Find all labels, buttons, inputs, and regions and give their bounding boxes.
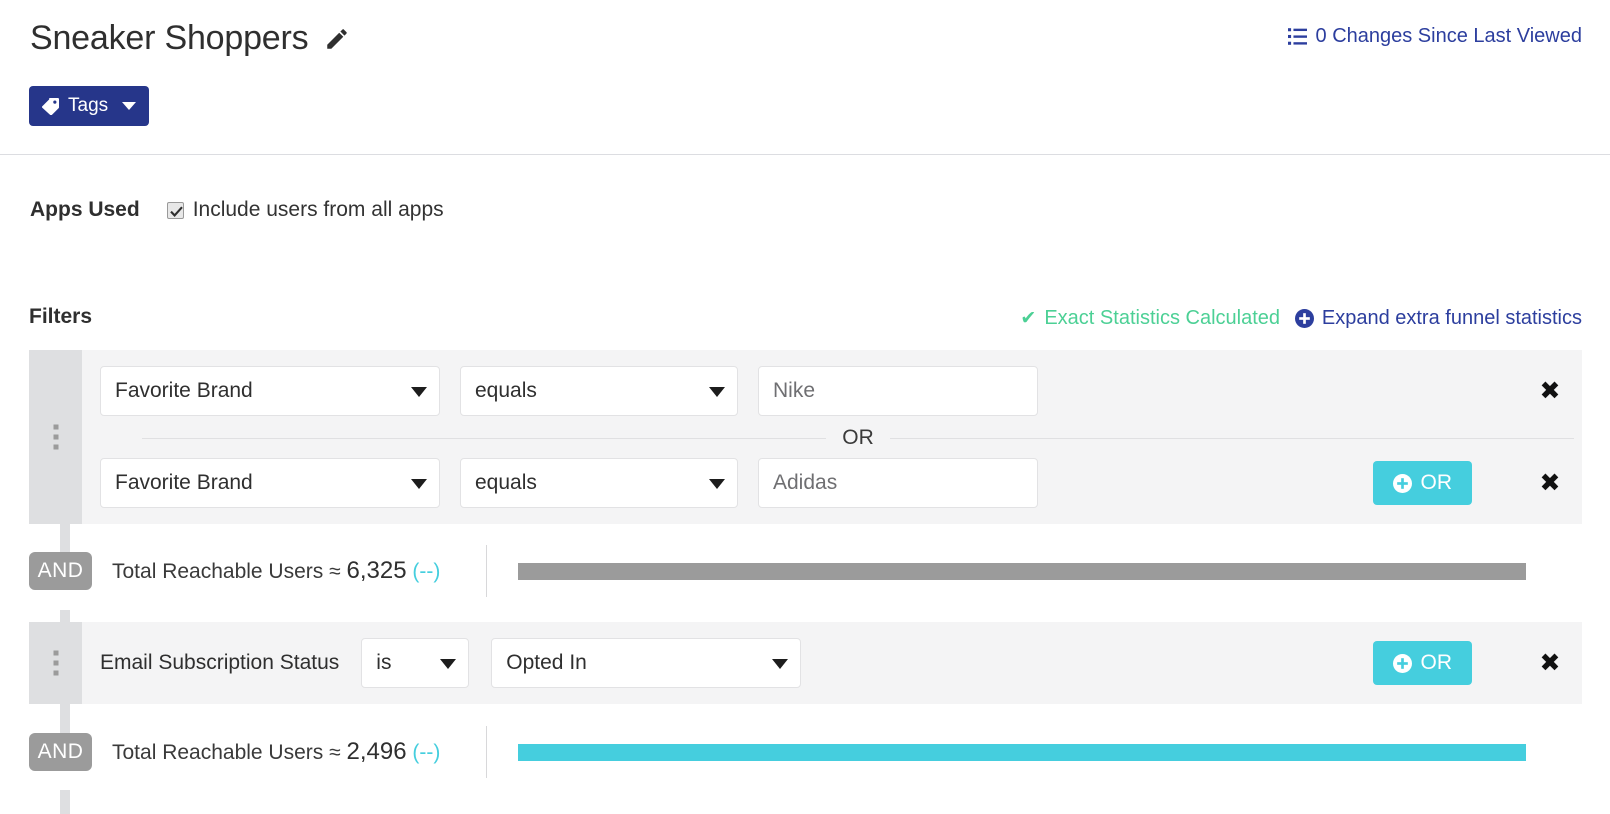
reachable-users-bar-track xyxy=(518,563,1526,580)
reachable-users-delta: (--) xyxy=(412,741,441,764)
check-icon: ✔ xyxy=(1020,308,1037,329)
tag-icon xyxy=(42,97,59,115)
operator-select[interactable]: equals xyxy=(460,366,738,416)
changes-link-label: 0 Changes Since Last Viewed xyxy=(1315,25,1582,47)
remove-filter-button[interactable]: ✖ xyxy=(1536,377,1564,405)
filter-row: Favorite Brand equals ✖ xyxy=(82,350,1582,432)
apps-used-section: Apps Used Include users from all apps xyxy=(30,198,444,222)
filter-group-1-rows: Favorite Brand equals ✖ OR Favorite Bran… xyxy=(82,350,1582,524)
filter-group-1: Favorite Brand equals ✖ OR Favorite Bran… xyxy=(29,350,1582,524)
chevron-down-icon xyxy=(709,479,725,489)
stat-divider xyxy=(486,545,487,597)
pencil-icon[interactable] xyxy=(324,26,350,52)
reachable-users-bar-fill xyxy=(518,563,1526,580)
add-or-condition-button[interactable]: OR xyxy=(1372,641,1472,685)
filter-row: Email Subscription Status is Opted In OR… xyxy=(82,622,1582,704)
chevron-down-icon xyxy=(411,387,427,397)
reachable-users-delta: (--) xyxy=(412,560,441,583)
apps-used-label: Apps Used xyxy=(30,198,140,221)
exact-statistics-status: ✔ Exact Statistics Calculated xyxy=(1020,307,1280,330)
chevron-down-icon xyxy=(122,102,137,110)
drag-handle[interactable] xyxy=(29,350,82,524)
expand-funnel-statistics-label: Expand extra funnel statistics xyxy=(1321,307,1582,329)
reachable-users-label: Total Reachable Users ≈ xyxy=(112,741,341,764)
and-badge: AND xyxy=(29,733,92,771)
attribute-select-value: Favorite Brand xyxy=(115,471,253,494)
chevron-down-icon xyxy=(440,659,457,669)
attribute-label: Email Subscription Status xyxy=(100,651,340,674)
operator-select-value: is xyxy=(376,651,392,674)
remove-filter-button[interactable]: ✖ xyxy=(1536,469,1564,497)
title-row: Sneaker Shoppers xyxy=(30,19,350,57)
include-all-apps-label: Include users from all apps xyxy=(192,198,444,221)
value-select[interactable]: Opted In xyxy=(491,638,802,688)
changes-since-last-viewed-link[interactable]: 0 Changes Since Last Viewed xyxy=(1287,25,1582,48)
stat-row: AND Total Reachable Users ≈ 6,325 (--) xyxy=(29,540,1582,602)
add-or-condition-label: OR xyxy=(1420,651,1453,674)
filters-header: Filters ✔ Exact Statistics Calculated Ex… xyxy=(0,305,1610,339)
and-badge: AND xyxy=(29,552,92,590)
operator-select[interactable]: equals xyxy=(460,458,738,508)
stat-row: AND Total Reachable Users ≈ 2,496 (--) xyxy=(29,721,1582,783)
reachable-users-value: 6,325 xyxy=(346,557,407,584)
filter-group-2: Email Subscription Status is Opted In OR… xyxy=(29,622,1582,704)
divider-line-right xyxy=(889,438,1574,439)
expand-funnel-statistics-link[interactable]: Expand extra funnel statistics xyxy=(1294,307,1582,330)
list-icon xyxy=(1287,27,1307,46)
or-divider: OR xyxy=(142,425,1574,450)
reachable-users-bar-fill xyxy=(518,744,1526,761)
value-input[interactable] xyxy=(758,366,1038,416)
stat-divider xyxy=(486,726,487,778)
page-title: Sneaker Shoppers xyxy=(30,19,309,57)
filters-label: Filters xyxy=(29,305,93,328)
operator-select[interactable]: is xyxy=(361,638,470,688)
drag-dots-icon xyxy=(53,650,58,676)
exact-statistics-label: Exact Statistics Calculated xyxy=(1044,307,1280,329)
chevron-down-icon xyxy=(411,479,427,489)
reachable-users-text: Total Reachable Users ≈ 2,496 (--) xyxy=(112,738,440,766)
filter-builder: Favorite Brand equals ✖ OR Favorite Bran… xyxy=(0,350,1610,814)
reachable-users-value: 2,496 xyxy=(346,738,407,765)
tags-button-label: Tags xyxy=(68,95,109,116)
include-all-apps-checkbox[interactable] xyxy=(166,201,184,219)
plus-circle-icon xyxy=(1392,473,1412,493)
drag-dots-icon xyxy=(53,424,58,450)
connector-line xyxy=(60,790,70,814)
chevron-down-icon xyxy=(709,387,725,397)
reachable-users-bar-track xyxy=(518,744,1526,761)
value-input[interactable] xyxy=(758,458,1038,508)
divider-line-left xyxy=(142,438,827,439)
add-or-condition-button[interactable]: OR xyxy=(1372,461,1472,505)
filter-group-2-rows: Email Subscription Status is Opted In OR… xyxy=(82,622,1582,704)
check-icon xyxy=(169,205,183,217)
reachable-users-label: Total Reachable Users ≈ xyxy=(112,560,341,583)
operator-select-value: equals xyxy=(475,379,537,402)
attribute-select[interactable]: Favorite Brand xyxy=(100,366,440,416)
plus-circle-icon xyxy=(1392,653,1412,673)
page-header: Sneaker Shoppers 0 Changes Since Last Vi… xyxy=(0,0,1610,155)
filter-row: Favorite Brand equals Adidas OR ✖ xyxy=(82,442,1582,524)
plus-circle-icon xyxy=(1294,309,1314,328)
drag-handle[interactable] xyxy=(29,622,82,704)
attribute-select-value: Favorite Brand xyxy=(115,379,253,402)
reachable-users-text: Total Reachable Users ≈ 6,325 (--) xyxy=(112,557,440,585)
add-or-condition-label: OR xyxy=(1420,471,1453,494)
chevron-down-icon xyxy=(772,659,789,669)
attribute-select[interactable]: Favorite Brand xyxy=(100,458,440,508)
remove-filter-button[interactable]: ✖ xyxy=(1536,649,1564,677)
value-select-value: Opted In xyxy=(506,651,587,674)
tags-button[interactable]: Tags xyxy=(29,86,150,126)
operator-select-value: equals xyxy=(475,471,537,494)
